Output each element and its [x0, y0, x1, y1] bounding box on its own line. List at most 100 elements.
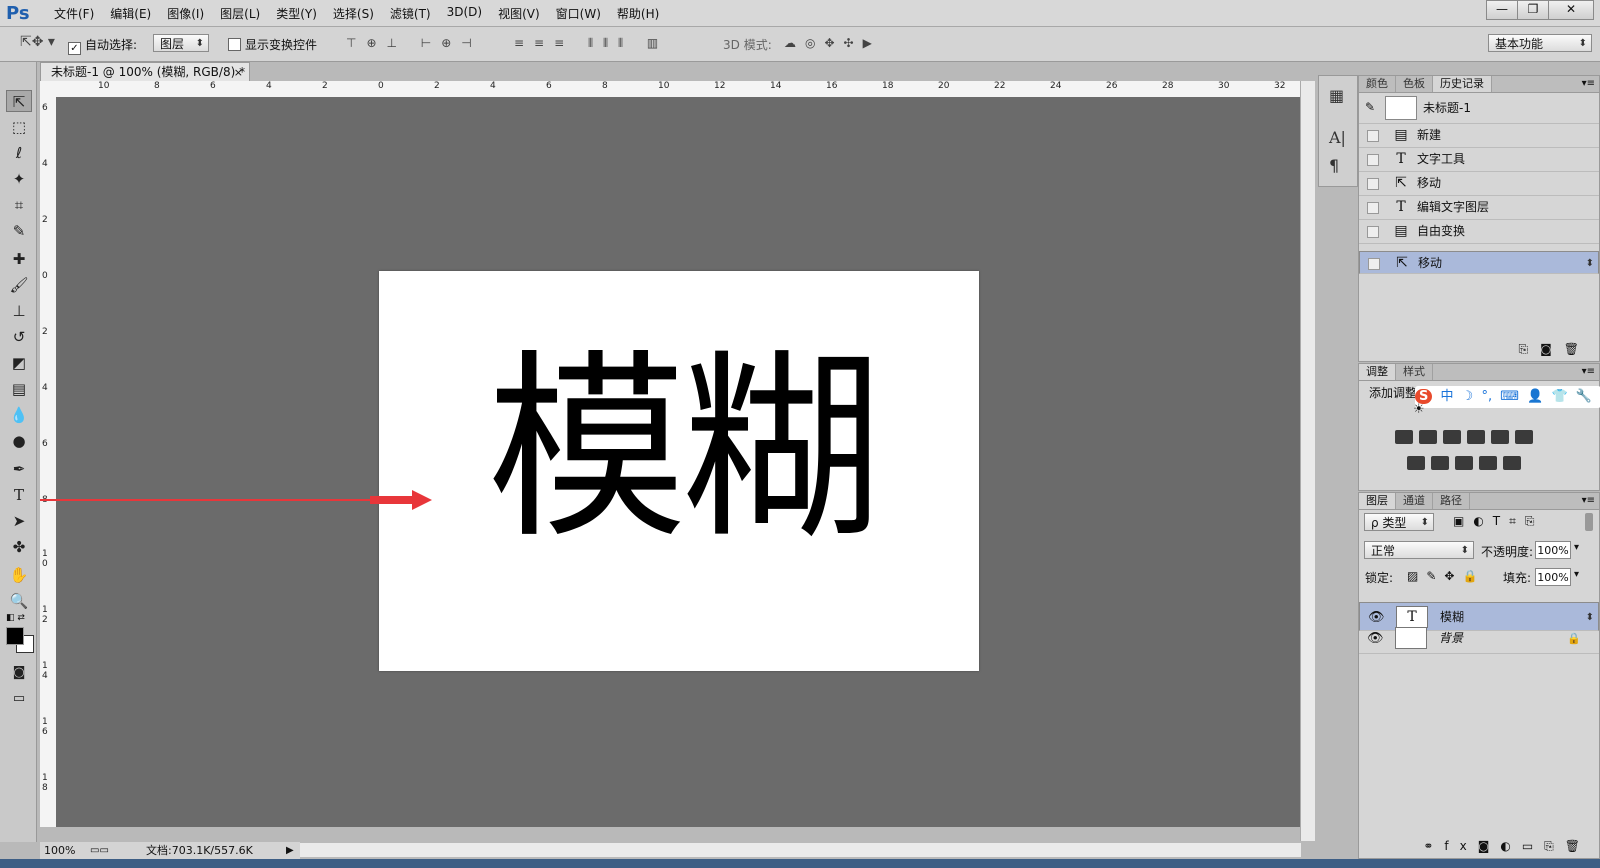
- history-item[interactable]: T 文字工具: [1359, 148, 1599, 172]
- history-footer-icons[interactable]: ⎘◙🗑: [1519, 342, 1591, 357]
- screen-mode-icon[interactable]: ▭: [6, 688, 32, 710]
- quick-mask-icon[interactable]: ◙: [6, 662, 32, 684]
- opacity-input[interactable]: 100%: [1535, 541, 1571, 559]
- menu-edit[interactable]: 编辑(E): [102, 5, 159, 22]
- auto-select-dropdown[interactable]: 图层: [153, 34, 209, 53]
- lock-icons[interactable]: ▨✎✥🔒: [1407, 569, 1485, 583]
- magic-wand-tool-icon[interactable]: ✦: [6, 168, 32, 190]
- history-item-selected[interactable]: ⇱ 移动: [1359, 251, 1599, 275]
- zoom-tool-icon[interactable]: 🔍: [6, 590, 32, 612]
- properties-icon[interactable]: ▦: [1329, 86, 1344, 105]
- ime-moon-icon[interactable]: ☽: [1462, 389, 1474, 404]
- hand-tool-icon[interactable]: ✋: [6, 564, 32, 586]
- ime-skin-icon[interactable]: 👕: [1551, 389, 1567, 404]
- visibility-eye-icon[interactable]: 👁: [1367, 624, 1384, 653]
- brightness-icon[interactable]: ☀: [1413, 402, 1425, 417]
- ruler-label: 10: [658, 81, 670, 91]
- fill-input[interactable]: 100%: [1535, 568, 1571, 586]
- vertical-scrollbar[interactable]: [1300, 81, 1315, 841]
- move-tool-icon[interactable]: ⇱✥ ▾: [20, 34, 55, 50]
- character-icon[interactable]: A|: [1329, 128, 1346, 147]
- path-select-tool-icon[interactable]: ➤: [6, 510, 32, 532]
- align-icons[interactable]: ⊤⊕⊥ ⊢⊕⊣: [346, 36, 482, 50]
- gradient-tool-icon[interactable]: ▤: [6, 378, 32, 400]
- menu-select[interactable]: 选择(S): [325, 5, 382, 22]
- tab-color[interactable]: 颜色: [1359, 76, 1396, 92]
- tab-channels[interactable]: 通道: [1396, 493, 1433, 509]
- ime-punct-icon[interactable]: °,: [1481, 389, 1492, 404]
- fill-arrow-icon[interactable]: ▾: [1574, 569, 1579, 580]
- brush-tool-icon[interactable]: 🖌: [6, 274, 32, 296]
- menu-type[interactable]: 类型(Y): [268, 5, 325, 22]
- panel-menu-icon[interactable]: ▾≡: [1582, 493, 1595, 509]
- type-tool-icon[interactable]: T: [6, 484, 32, 506]
- show-transform-checkbox[interactable]: 显示变换控件: [228, 36, 317, 53]
- crop-tool-icon[interactable]: ⌗: [6, 194, 32, 216]
- menu-window[interactable]: 窗口(W): [548, 5, 609, 22]
- ruler-label: 6: [546, 81, 552, 91]
- gradient-map-icon: [1503, 456, 1521, 470]
- document-tab[interactable]: 未标题-1 @ 100% (模糊, RGB/8) * ×: [40, 62, 250, 81]
- filter-toggle[interactable]: [1585, 513, 1593, 531]
- blur-tool-icon[interactable]: 💧: [6, 404, 32, 426]
- ime-chinese-icon[interactable]: 中: [1441, 389, 1454, 404]
- move-tool-icon[interactable]: ⇱: [6, 90, 32, 112]
- ime-user-icon[interactable]: 👤: [1527, 389, 1543, 404]
- pen-tool-icon[interactable]: ✒: [6, 458, 32, 480]
- tab-paths[interactable]: 路径: [1433, 493, 1470, 509]
- minimize-button[interactable]: —: [1486, 0, 1518, 20]
- menu-layer[interactable]: 图层(L): [212, 5, 268, 22]
- restore-button[interactable]: ❐: [1517, 0, 1549, 20]
- healing-brush-tool-icon[interactable]: ✚: [6, 248, 32, 270]
- blend-mode-dropdown[interactable]: 正常: [1364, 541, 1474, 560]
- tab-layers[interactable]: 图层: [1359, 493, 1396, 509]
- lasso-tool-icon[interactable]: ℓ: [6, 142, 32, 164]
- menu-view[interactable]: 视图(V): [490, 5, 548, 22]
- layer-filter-icons[interactable]: ▣◐T⌗⎘: [1453, 514, 1544, 529]
- marquee-tool-icon[interactable]: ⬚: [6, 116, 32, 138]
- tab-adjustments[interactable]: 调整: [1359, 364, 1396, 380]
- history-brush-tool-icon[interactable]: ↺: [6, 326, 32, 348]
- tab-history[interactable]: 历史记录: [1433, 76, 1492, 92]
- adjustment-icons-row-3[interactable]: [1407, 456, 1527, 473]
- menu-filter[interactable]: 滤镜(T): [382, 5, 439, 22]
- status-menu-arrow-icon[interactable]: ▶: [286, 842, 294, 859]
- zoom-level[interactable]: 100%: [44, 842, 75, 859]
- layer-filter-dropdown[interactable]: ρ 类型: [1364, 513, 1434, 532]
- canvas-text-layer[interactable]: 模糊: [487, 350, 881, 550]
- close-tab-icon[interactable]: ×: [234, 63, 243, 82]
- adjustment-icons-row-2[interactable]: [1395, 430, 1539, 447]
- panel-menu-icon[interactable]: ▾≡: [1582, 364, 1595, 380]
- distribute-icons[interactable]: ≡≡≡ ⫴⫴⫴ ▥: [514, 36, 668, 51]
- close-button[interactable]: ✕: [1548, 0, 1594, 20]
- dodge-tool-icon[interactable]: ●: [6, 430, 32, 452]
- history-item[interactable]: ▤ 自由变换: [1359, 220, 1599, 244]
- foreground-color-swatch[interactable]: [6, 627, 24, 645]
- layers-footer-icons[interactable]: ⚭fx◙◐▭⎘🗑: [1423, 839, 1591, 854]
- eyedropper-tool-icon[interactable]: ✎: [6, 220, 32, 242]
- history-item[interactable]: T 编辑文字图层: [1359, 196, 1599, 220]
- panel-menu-icon[interactable]: ▾≡: [1582, 76, 1595, 92]
- ime-settings-icon[interactable]: 🔧: [1576, 389, 1592, 404]
- history-item[interactable]: ⇱ 移动: [1359, 172, 1599, 196]
- shape-tool-icon[interactable]: ✤: [6, 536, 32, 558]
- opacity-arrow-icon[interactable]: ▾: [1574, 542, 1579, 553]
- stamp-tool-icon[interactable]: ⊥: [6, 300, 32, 322]
- paragraph-icon[interactable]: ¶: [1329, 156, 1339, 175]
- tab-swatches[interactable]: 色板: [1396, 76, 1433, 92]
- menu-file[interactable]: 文件(F): [46, 5, 102, 22]
- menu-3d[interactable]: 3D(D): [439, 5, 490, 22]
- eraser-tool-icon[interactable]: ◩: [6, 352, 32, 374]
- history-item[interactable]: ▤ 新建: [1359, 124, 1599, 148]
- auto-select-checkbox[interactable]: ✓ 自动选择:: [68, 36, 137, 55]
- menu-help[interactable]: 帮助(H): [609, 5, 667, 22]
- history-snapshot[interactable]: ✎ 未标题-1: [1359, 93, 1599, 124]
- menu-image[interactable]: 图像(I): [159, 5, 212, 22]
- layer-row-background[interactable]: 👁 背景 🔒: [1359, 624, 1599, 654]
- swap-colors-icon[interactable]: ◧ ⇄: [6, 613, 25, 623]
- workspace-dropdown[interactable]: 基本功能: [1488, 34, 1592, 53]
- ime-keyboard-icon[interactable]: ⌨: [1500, 389, 1519, 404]
- 3d-mode-icons[interactable]: ☁◎✥✣▶: [784, 36, 881, 50]
- horizontal-scrollbar[interactable]: [295, 843, 1301, 857]
- tab-styles[interactable]: 样式: [1396, 364, 1433, 380]
